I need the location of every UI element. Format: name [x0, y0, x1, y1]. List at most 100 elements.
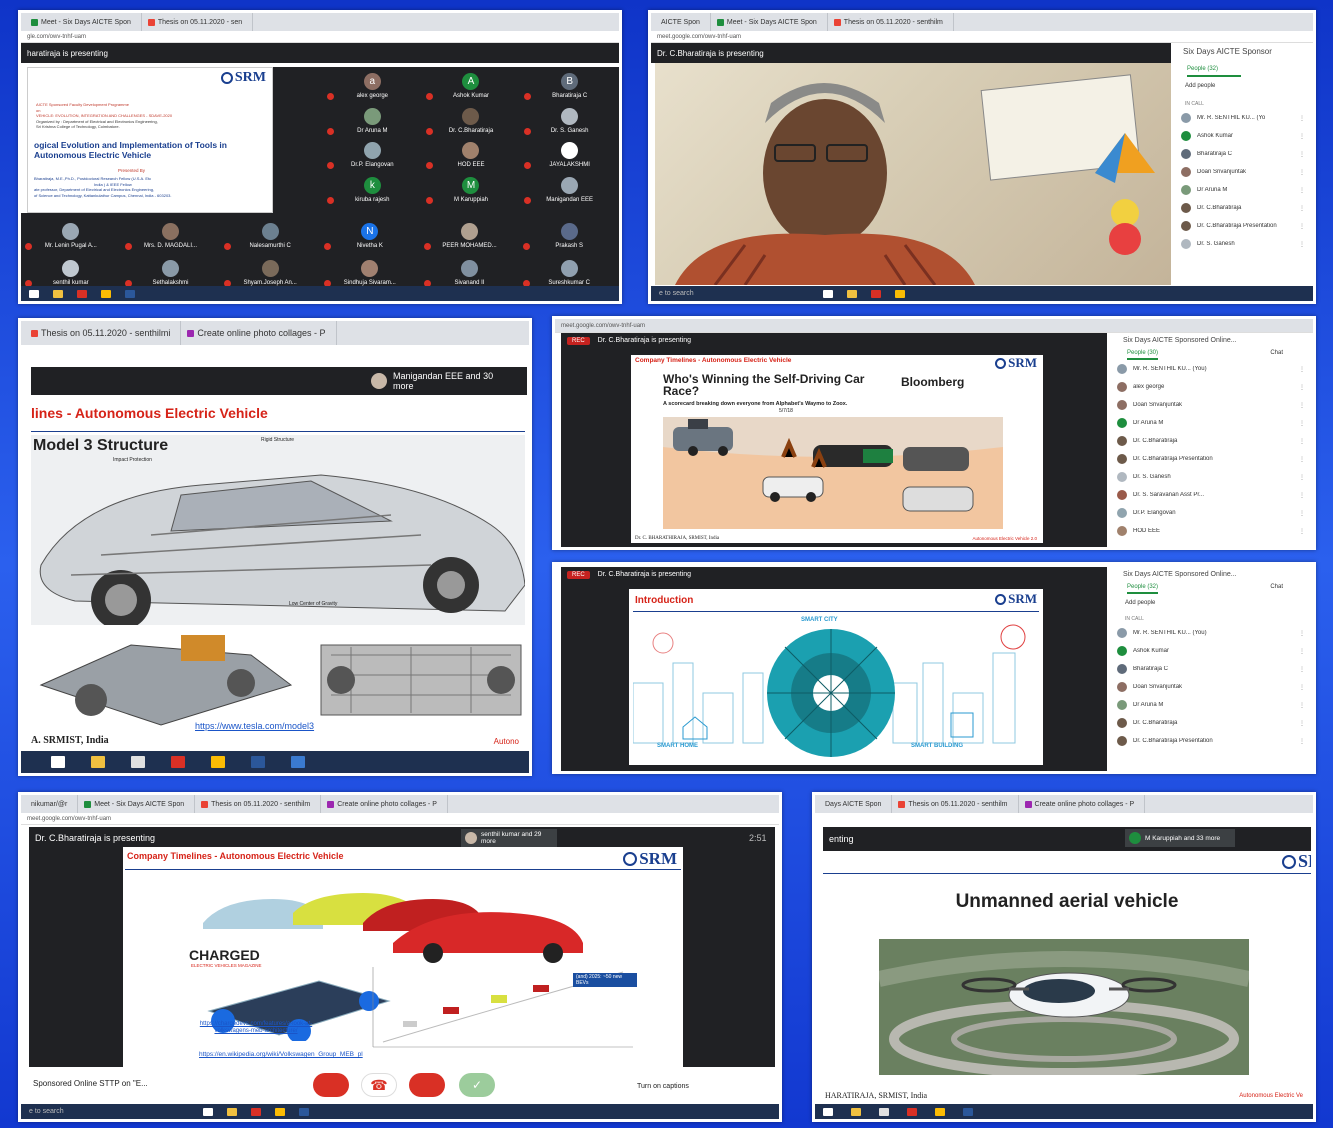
chat-tab[interactable]: Chat	[1270, 584, 1283, 594]
participant-tile[interactable]: N Nivetha K	[320, 213, 420, 251]
participant-tile[interactable]: M M Karuppiah	[422, 170, 521, 204]
people-list-item[interactable]: Dr. S. Ganesh ⋮	[1113, 468, 1313, 486]
participant-tile[interactable]: Sivanand II	[420, 251, 520, 289]
people-list-item[interactable]: Dr Aruna M ⋮	[1177, 181, 1313, 199]
chrome-icon[interactable]	[101, 289, 111, 298]
people-tab[interactable]: People (32)	[1187, 66, 1241, 77]
mic-off-icon[interactable]: ⋮	[1299, 492, 1305, 499]
mic-off-icon[interactable]: ⋮	[1299, 115, 1305, 122]
participant-tile[interactable]: Mrs. D. MAGDALI...	[121, 213, 221, 251]
chrome-icon[interactable]	[935, 1107, 945, 1116]
mic-off-icon[interactable]: ⋮	[1299, 630, 1305, 637]
folder-icon[interactable]	[227, 1107, 237, 1116]
mic-off-icon[interactable]: ⋮	[1299, 223, 1305, 230]
task-view-icon[interactable]	[51, 756, 65, 768]
mic-off-button[interactable]	[313, 1073, 349, 1097]
captions-button[interactable]: Turn on captions	[637, 1083, 689, 1090]
word-icon[interactable]	[251, 756, 265, 768]
start-icon[interactable]	[29, 289, 39, 298]
add-people-button[interactable]: Add people	[1125, 600, 1313, 606]
app-icon[interactable]	[291, 756, 305, 768]
mic-off-icon[interactable]: ⋮	[1299, 684, 1305, 691]
mic-off-icon[interactable]: ⋮	[1299, 366, 1305, 373]
people-list-item[interactable]: Dr. S. Saravanan Asst Pr... ⋮	[1113, 486, 1313, 504]
mic-off-icon[interactable]: ⋮	[1299, 384, 1305, 391]
store-icon[interactable]	[131, 756, 145, 768]
participant-tile[interactable]: Dr. S. Ganesh	[520, 101, 619, 135]
wikipedia-link[interactable]: https://en.wikipedia.org/wiki/Volkswagen…	[199, 1051, 363, 1058]
people-tab[interactable]: People (30)	[1127, 350, 1159, 360]
people-list-item[interactable]: Dr. C.Bharatiraja Presentation ⋮	[1177, 217, 1313, 235]
participant-tile[interactable]: PEER MOHAMED...	[420, 213, 520, 251]
word-icon[interactable]	[125, 289, 135, 298]
mic-off-icon[interactable]: ⋮	[1299, 133, 1305, 140]
pdf-icon[interactable]	[77, 289, 87, 298]
mic-off-icon[interactable]: ⋮	[1299, 205, 1305, 212]
people-list-item[interactable]: Mr. R. SENTHIL KU... (Yo ⋮	[1177, 109, 1313, 127]
folder-icon[interactable]	[851, 1107, 861, 1116]
people-list-item[interactable]: Dr.P. Elangovan ⋮	[1113, 504, 1313, 522]
store-icon[interactable]	[879, 1107, 889, 1116]
participant-tile[interactable]: Dr Aruna M	[323, 101, 422, 135]
mic-off-icon[interactable]: ⋮	[1299, 474, 1305, 481]
people-list-item[interactable]: Dr. C.Bharatiraja ⋮	[1113, 432, 1313, 450]
tesla-link[interactable]: https://www.tesla.com/model3	[195, 721, 314, 731]
participant-tile[interactable]: Manigandan EEE	[520, 170, 619, 204]
participant-tile[interactable]: A Ashok Kumar	[422, 67, 521, 101]
word-icon[interactable]	[963, 1107, 973, 1116]
people-list-item[interactable]: Bharatiraja C ⋮	[1177, 145, 1313, 163]
people-list-item[interactable]: Dr. C.Bharatiraja ⋮	[1177, 199, 1313, 217]
people-list-item[interactable]: Dr. S. Ganesh ⋮	[1177, 235, 1313, 253]
people-list-item[interactable]: Dr Aruna M ⋮	[1113, 414, 1313, 432]
people-list-item[interactable]: Mr. R. SENTHIL KU... (You) ⋮	[1113, 624, 1313, 642]
folder-icon[interactable]	[847, 289, 857, 298]
pdf-icon[interactable]	[871, 289, 881, 298]
pdf-icon[interactable]	[171, 756, 185, 768]
browser-tab[interactable]: Meet - Six Days AICTE Spon	[25, 13, 142, 31]
participant-tile[interactable]: Dr. C.Bharatiraja	[422, 101, 521, 135]
browser-tab[interactable]: Thesis on 05.11.2020 - senthilm	[892, 795, 1019, 813]
task-view-icon[interactable]	[823, 289, 833, 298]
people-list-item[interactable]: Bharatiraja C ⋮	[1113, 660, 1313, 678]
participant-tile[interactable]: Dr.P. Elangovan	[323, 136, 422, 170]
pdf-icon[interactable]	[907, 1107, 917, 1116]
participant-tile[interactable]: Shyam.Joseph An...	[220, 251, 320, 289]
present-button[interactable]: ✓	[459, 1073, 495, 1097]
chat-tab[interactable]: Chat	[1270, 350, 1283, 360]
people-tab[interactable]: People (32)	[1127, 584, 1159, 594]
mic-off-icon[interactable]: ⋮	[1299, 528, 1305, 535]
chrome-icon[interactable]	[895, 289, 905, 298]
participant-tile[interactable]: Nalesamurthi C	[220, 213, 320, 251]
people-list-item[interactable]: alex george ⋮	[1113, 378, 1313, 396]
mic-off-icon[interactable]: ⋮	[1299, 241, 1305, 248]
mic-off-icon[interactable]: ⋮	[1299, 151, 1305, 158]
participant-tile[interactable]: Prakash S	[519, 213, 619, 251]
browser-tab[interactable]: Thesis on 05.11.2020 - senthilmi	[25, 321, 182, 345]
folder-icon[interactable]	[91, 756, 105, 768]
participant-tile[interactable]: Mr. Lenin Pugal A...	[21, 213, 121, 251]
mic-off-icon[interactable]: ⋮	[1299, 702, 1305, 709]
participant-tile[interactable]: a alex george	[323, 67, 422, 101]
mic-off-icon[interactable]: ⋮	[1299, 648, 1305, 655]
chargedevs-link[interactable]: https://chargedevs.com/features/a-look-a…	[191, 1021, 321, 1035]
participant-tile[interactable]: JAYALAKSHMI	[520, 136, 619, 170]
browser-tab[interactable]: Create online photo collages - P	[321, 795, 448, 813]
add-people-button[interactable]: Add people	[1185, 83, 1313, 89]
people-list-item[interactable]: Doan Srivanjuntak ⋮	[1177, 163, 1313, 181]
people-list-item[interactable]: Dr. C.Bharatiraja Presentation ⋮	[1113, 450, 1313, 468]
address-bar[interactable]: meet.google.com/owv-tnhf-uam	[555, 319, 1313, 333]
participant-tile[interactable]: Sureshkumar C	[519, 251, 619, 289]
participant-tile[interactable]: Sethalakshmi	[121, 251, 221, 289]
mic-off-icon[interactable]: ⋮	[1299, 402, 1305, 409]
participant-tile[interactable]: senthil kumar	[21, 251, 121, 289]
browser-tab[interactable]: nikumar/@r	[25, 795, 79, 813]
browser-tab[interactable]: Thesis on 05.11.2020 - sen	[142, 13, 254, 31]
chrome-icon[interactable]	[211, 756, 225, 768]
mic-off-icon[interactable]: ⋮	[1299, 720, 1305, 727]
people-list-item[interactable]: Ashok Kumar ⋮	[1113, 642, 1313, 660]
browser-tab[interactable]: AICTE Spon	[655, 13, 711, 31]
address-bar[interactable]: meet.google.com/owv-tnhf-uam	[651, 31, 1313, 43]
browser-tab[interactable]: Create online photo collages - P	[181, 321, 337, 345]
start-icon[interactable]	[823, 1107, 833, 1116]
participants-overlay[interactable]: senthil kumar and 29 more	[461, 829, 557, 847]
